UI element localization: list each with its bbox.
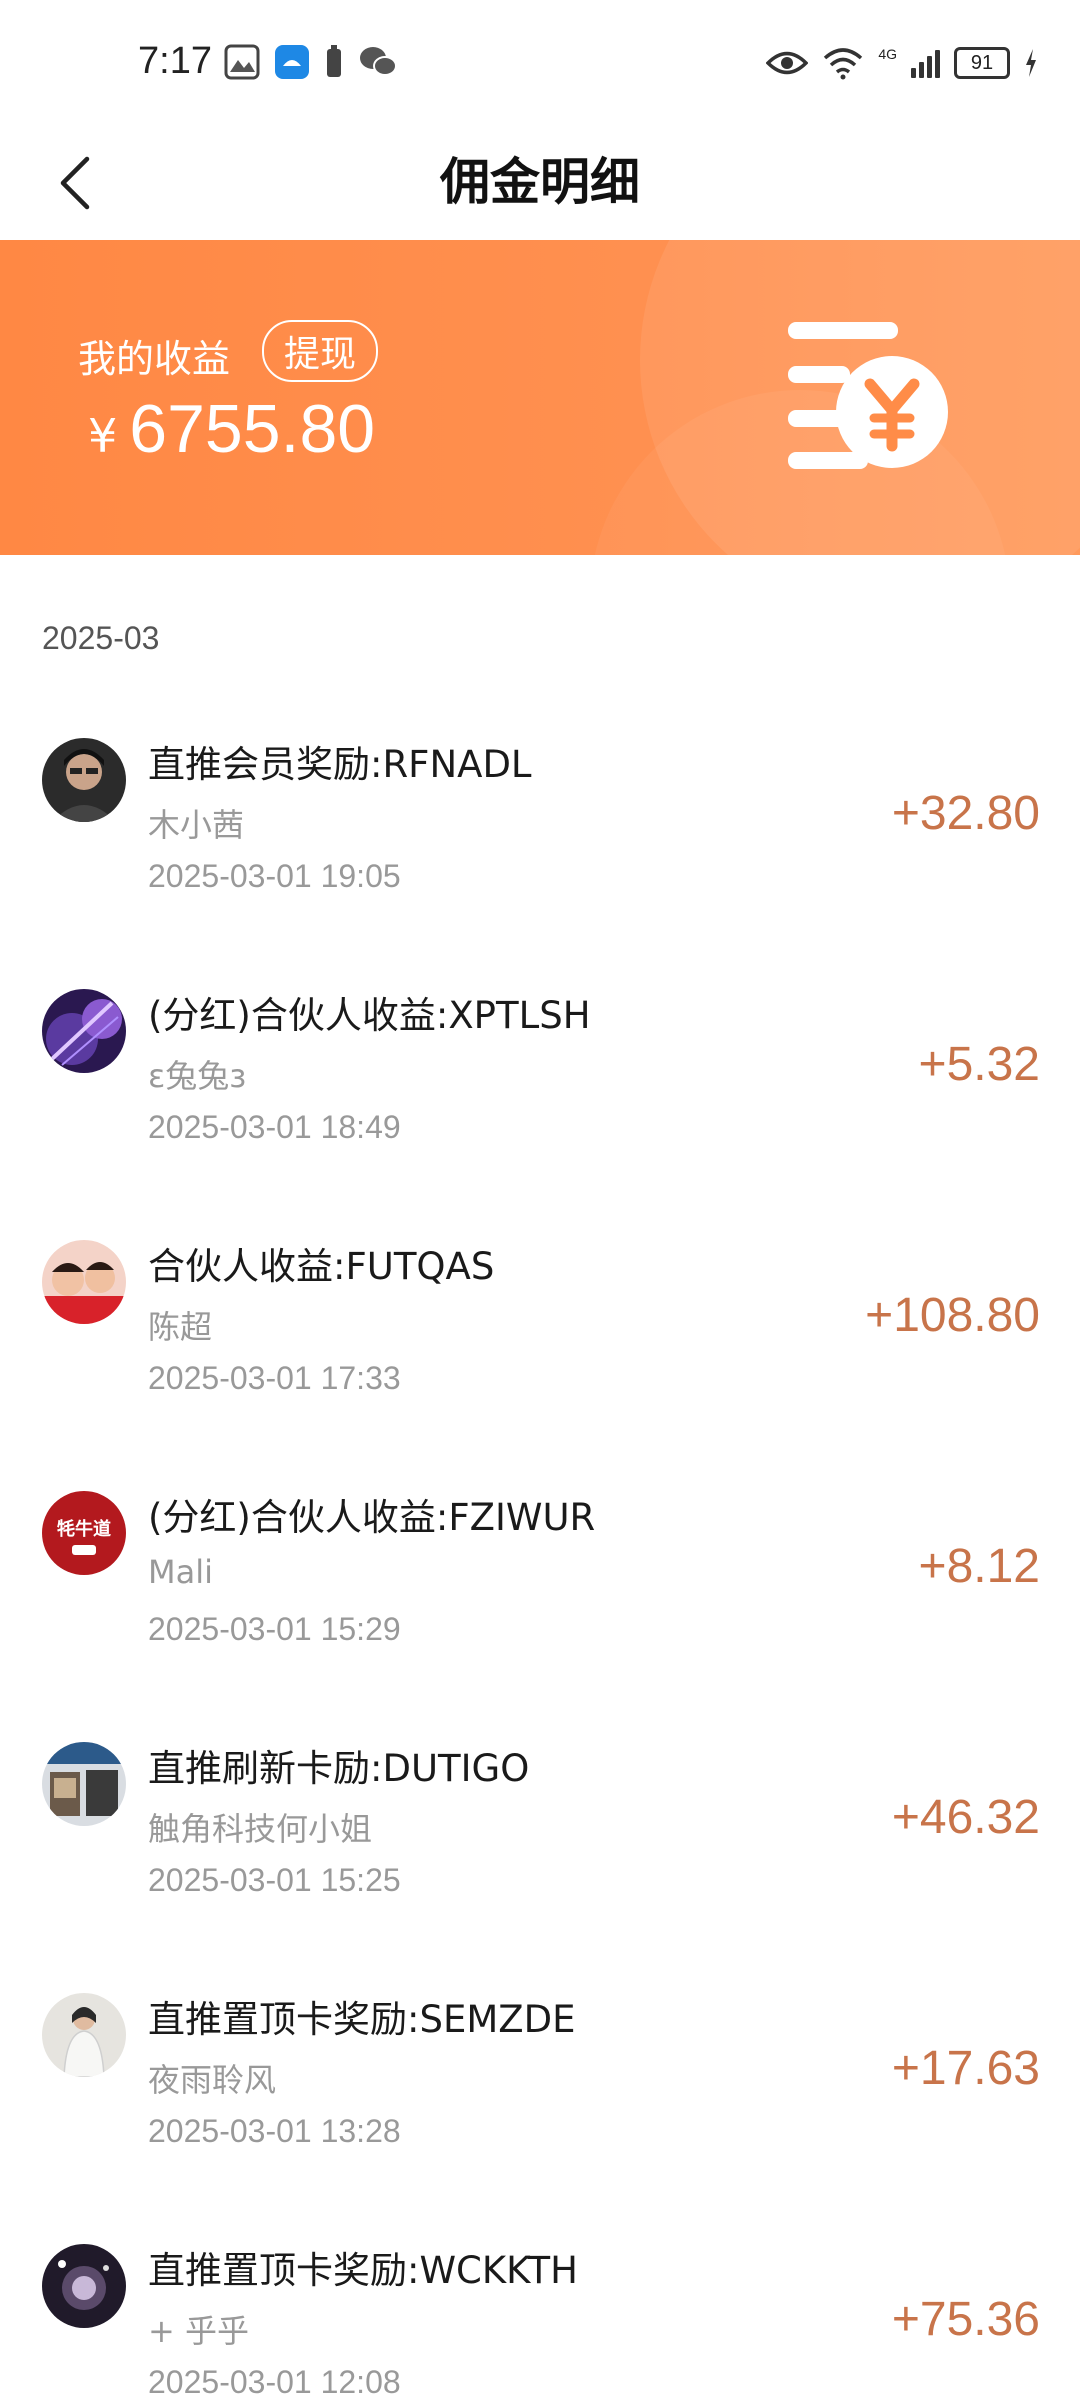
avatar xyxy=(42,1742,126,1826)
record-title: 直推置顶卡奖励:WCKKTH xyxy=(148,2249,578,2292)
record-user: 陈超 xyxy=(148,1308,213,1346)
record-title: 直推刷新卡励:DUTIGO xyxy=(148,1747,530,1790)
avatar xyxy=(42,1240,126,1324)
signal-icon xyxy=(911,48,940,78)
avatar xyxy=(42,738,126,822)
earnings-value: 6755.80 xyxy=(129,391,376,467)
avatar: 牦牛道 xyxy=(42,1491,126,1575)
record-time: 2025-03-01 18:49 xyxy=(148,1109,401,1145)
record-title: (分红)合伙人收益:FZIWUR xyxy=(148,1496,596,1539)
commission-record[interactable]: 合伙人收益:FUTQAS 陈超 2025-03-01 17:33 +108.80 xyxy=(0,1240,1080,1490)
record-user: ε兔兔з xyxy=(148,1057,247,1095)
month-header: 2025-03 xyxy=(42,620,160,656)
record-amount: +75.36 xyxy=(891,2293,1040,2346)
record-time: 2025-03-01 17:33 xyxy=(148,1360,401,1396)
commission-record[interactable]: 直推会员奖励:RFNADL 木小茜 2025-03-01 19:05 +32.8… xyxy=(0,738,1080,988)
app-notification-icon xyxy=(275,45,309,79)
commission-detail-page: 7:17 4G 91 佣金明细 我的收益 提现 ¥ 6755.80 2025-0… xyxy=(0,0,1080,2400)
record-title: 直推置顶卡奖励:SEMZDE xyxy=(148,1998,576,2041)
network-type: 4G xyxy=(878,46,897,62)
page-title: 佣金明细 xyxy=(440,153,640,211)
status-time: 7:17 xyxy=(138,40,212,82)
eye-icon xyxy=(766,51,809,75)
commission-record[interactable]: 直推置顶卡奖励:SEMZDE 夜雨聆风 2025-03-01 13:28 +17… xyxy=(0,1993,1080,2243)
record-amount: +46.32 xyxy=(891,1791,1040,1844)
battery-icon: 91 xyxy=(954,47,1010,79)
commission-record[interactable]: 直推刷新卡励:DUTIGO 触角科技何小姐 2025-03-01 15:25 +… xyxy=(0,1742,1080,1992)
record-amount: +17.63 xyxy=(891,2042,1040,2095)
notification-icons xyxy=(224,44,398,80)
nav-bar: 佣金明细 xyxy=(0,130,1080,240)
record-title: 直推会员奖励:RFNADL xyxy=(148,743,532,786)
battery-saver-icon xyxy=(327,45,341,77)
wifi-icon xyxy=(824,48,863,80)
avatar xyxy=(42,989,126,1073)
commission-record[interactable]: 直推置顶卡奖励:WCKKTH + 乎乎 2025-03-01 12:08 +75… xyxy=(0,2244,1080,2400)
gallery-icon xyxy=(224,44,260,80)
system-icons: 4G 91 xyxy=(766,46,1038,80)
record-user: Mali xyxy=(148,1553,213,1591)
record-amount: +108.80 xyxy=(865,1289,1040,1342)
record-user: 木小茜 xyxy=(148,806,245,844)
record-amount: +32.80 xyxy=(891,787,1040,840)
record-time: 2025-03-01 12:08 xyxy=(148,2364,401,2400)
record-amount: +8.12 xyxy=(918,1540,1040,1593)
record-user: 夜雨聆风 xyxy=(148,2061,277,2099)
earnings-label: 我的收益 xyxy=(78,337,231,381)
record-user: + 乎乎 xyxy=(148,2312,249,2350)
record-title: 合伙人收益:FUTQAS xyxy=(148,1245,495,1288)
earnings-amount: ¥ 6755.80 xyxy=(88,390,375,468)
earnings-banner: 我的收益 提现 ¥ 6755.80 xyxy=(0,240,1080,555)
avatar xyxy=(42,1993,126,2077)
avatar xyxy=(42,2244,126,2328)
record-time: 2025-03-01 13:28 xyxy=(148,2113,401,2149)
withdraw-button[interactable]: 提现 xyxy=(262,320,379,382)
wechat-icon xyxy=(360,47,397,76)
yuan-coin-icon xyxy=(788,322,948,469)
currency-symbol: ¥ xyxy=(88,409,118,463)
charging-icon xyxy=(1026,49,1036,77)
commission-record[interactable]: 牦牛道 (分红)合伙人收益:FZIWUR Mali 2025-03-01 15:… xyxy=(0,1491,1080,1741)
commission-record[interactable]: (分红)合伙人收益:XPTLSH ε兔兔з 2025-03-01 18:49 +… xyxy=(0,989,1080,1239)
record-time: 2025-03-01 15:25 xyxy=(148,1862,401,1898)
status-bar: 7:17 4G 91 xyxy=(0,0,1080,130)
record-user: 触角科技何小姐 xyxy=(148,1810,373,1848)
record-title: (分红)合伙人收益:XPTLSH xyxy=(148,994,591,1037)
battery-level: 91 xyxy=(970,51,994,74)
record-time: 2025-03-01 19:05 xyxy=(148,858,401,894)
record-time: 2025-03-01 15:29 xyxy=(148,1611,401,1647)
avatar-logo-text: 牦牛道 xyxy=(57,1518,111,1540)
record-amount: +5.32 xyxy=(918,1038,1040,1091)
